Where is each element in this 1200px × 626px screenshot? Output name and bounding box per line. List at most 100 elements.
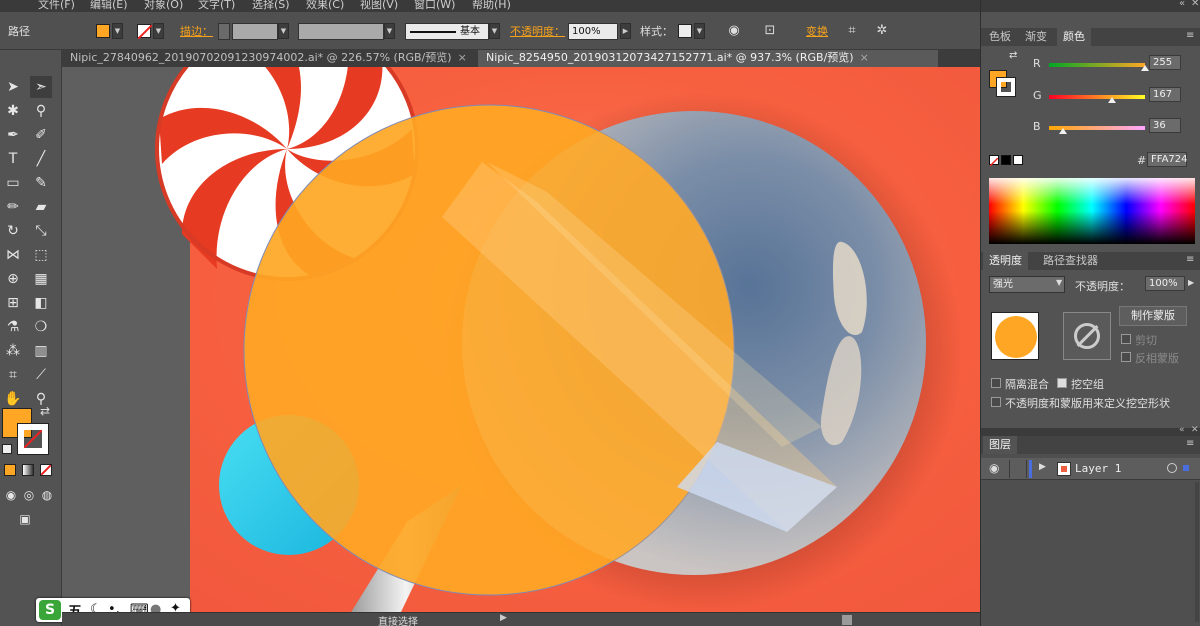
rectangle-tool-icon[interactable]: ▭ — [2, 172, 24, 194]
default-colors-icon[interactable] — [2, 444, 12, 454]
channel-g-slider[interactable] — [1049, 95, 1145, 99]
object-thumbnail[interactable] — [991, 312, 1039, 360]
eraser-tool-icon[interactable]: ▰ — [30, 196, 52, 218]
tab-document-1[interactable]: Nipic_27840962_20190702091230974002.ai* … — [62, 50, 474, 67]
color-mode-icon[interactable] — [4, 464, 16, 476]
tab-document-2[interactable]: Nipic_8254950_20190312073427152771.ai* @… — [478, 50, 938, 67]
opacity-arrow-icon[interactable]: ▶ — [1188, 278, 1194, 287]
channel-r-input[interactable]: 255 — [1149, 55, 1181, 70]
panel-menu-icon[interactable]: ≡ — [1186, 438, 1194, 449]
opacity-label[interactable]: 不透明度： — [510, 23, 565, 39]
pen-tool-icon[interactable]: ✒ — [2, 124, 24, 146]
menu-effect[interactable]: 效果(C) — [306, 0, 344, 12]
chevron-down-icon[interactable]: ▼ — [1056, 278, 1062, 287]
menu-window[interactable]: 窗口(W) — [414, 0, 455, 12]
invert-mask-checkbox[interactable] — [1121, 352, 1131, 362]
tab-transparency[interactable]: 透明度 — [983, 252, 1028, 270]
stroke-label[interactable]: 描边： — [180, 23, 213, 39]
white-swatch[interactable] — [1013, 155, 1023, 165]
make-mask-button[interactable]: 制作蒙版 — [1119, 306, 1187, 326]
menu-type[interactable]: 文字(T) — [198, 0, 235, 12]
channel-r-thumb[interactable] — [1141, 65, 1149, 71]
paintbrush-tool-icon[interactable]: ✎ — [30, 172, 52, 194]
color-spectrum[interactable] — [989, 178, 1195, 244]
menu-help[interactable]: 帮助(H) — [472, 0, 511, 12]
brush-dropdown[interactable]: ▼ — [489, 23, 500, 39]
blend-tool-icon[interactable]: ❍ — [30, 316, 52, 338]
selection-tool-icon[interactable]: ➤ — [2, 76, 24, 98]
magic-wand-tool-icon[interactable]: ✱ — [2, 100, 24, 122]
eye-icon[interactable]: ◉ — [989, 461, 999, 475]
rotate-tool-icon[interactable]: ↻ — [2, 220, 24, 242]
channel-g-input[interactable]: 167 — [1149, 87, 1181, 102]
fill-dropdown[interactable]: ▼ — [112, 23, 123, 39]
knockout-group-checkbox[interactable] — [1057, 378, 1067, 388]
free-transform-tool-icon[interactable]: ⬚ — [30, 244, 52, 266]
lasso-tool-icon[interactable]: ⚲ — [30, 100, 52, 122]
stroke-none-swatch[interactable] — [137, 24, 153, 40]
artboard-tool-icon[interactable]: ⌗ — [2, 364, 24, 386]
scrollbar[interactable] — [1195, 482, 1199, 622]
hand-tool-icon[interactable]: ✋ — [2, 388, 24, 410]
menu-edit[interactable]: 编辑(E) — [90, 0, 128, 12]
expand-arrow-icon[interactable]: ▶ — [1039, 462, 1046, 472]
stroke-color-swatch[interactable] — [17, 423, 49, 455]
menu-select[interactable]: 选择(S) — [252, 0, 290, 12]
slice-tool-icon[interactable]: ⟋ — [30, 364, 52, 386]
menu-file[interactable]: 文件(F) — [38, 0, 75, 12]
stroke-weight-dropdown[interactable]: ▼ — [278, 23, 289, 39]
canvas-area[interactable] — [62, 67, 980, 614]
panel-menu-icon[interactable]: ≡ — [1186, 30, 1194, 41]
opacity-input[interactable]: 100% — [568, 23, 618, 40]
tab-pathfinder[interactable]: 路径查找器 — [1037, 252, 1104, 270]
gradient-mode-icon[interactable] — [22, 464, 34, 476]
graphic-style-dropdown[interactable]: ▼ — [694, 23, 705, 39]
line-tool-icon[interactable]: ╱ — [30, 148, 52, 170]
menu-view[interactable]: 视图(V) — [360, 0, 398, 12]
width-tool-icon[interactable]: ⋈ — [2, 244, 24, 266]
none-color-icon[interactable] — [989, 155, 999, 167]
black-swatch[interactable] — [1001, 155, 1011, 165]
brush-definition[interactable]: 基本 — [405, 23, 489, 40]
tab-color[interactable]: 颜色 — [1057, 28, 1091, 46]
screen-mode-icon[interactable]: ▣ — [14, 508, 36, 530]
clip-checkbox[interactable] — [1121, 334, 1131, 344]
blend-mode-select[interactable]: 强光 — [989, 276, 1065, 293]
align-to-selection-icon[interactable]: ⊡ — [760, 21, 780, 41]
perspective-grid-tool-icon[interactable]: ▦ — [30, 268, 52, 290]
mask-thumbnail[interactable] — [1063, 312, 1111, 360]
symbol-sprayer-tool-icon[interactable]: ⁂ — [2, 340, 24, 362]
tab-gradient[interactable]: 渐变 — [1019, 28, 1053, 46]
scale-tool-icon[interactable]: ⤡ — [30, 220, 52, 242]
menu-object[interactable]: 对象(O) — [144, 0, 183, 12]
lock-toggle[interactable] — [1009, 460, 1027, 478]
fill-swatch[interactable] — [96, 24, 110, 38]
channel-g-thumb[interactable] — [1107, 97, 1116, 103]
select-similar-icon[interactable]: ✲ — [872, 21, 892, 41]
channel-b-input[interactable]: 36 — [1149, 118, 1181, 133]
mesh-tool-icon[interactable]: ⊞ — [2, 292, 24, 314]
opacity-mask-checkbox[interactable] — [991, 397, 1001, 407]
layer-row[interactable]: ◉ ▶ Layer 1 — [981, 458, 1200, 480]
scrollbar-thumb[interactable] — [842, 615, 852, 625]
isolate-icon[interactable]: ⌗ — [842, 21, 862, 41]
direct-selection-tool-icon[interactable]: ➣ — [30, 76, 52, 98]
close-icon[interactable]: × — [860, 51, 869, 64]
curvature-tool-icon[interactable]: ✐ — [30, 124, 52, 146]
none-mode-icon[interactable] — [40, 464, 52, 476]
collapse-icon[interactable]: « — [1179, 0, 1185, 9]
isolate-blending-checkbox[interactable] — [991, 378, 1001, 388]
collapse-icon[interactable]: « — [1179, 425, 1185, 435]
transparency-opacity-input[interactable]: 100% — [1145, 276, 1185, 291]
eyedropper-tool-icon[interactable]: ⚗ — [2, 316, 24, 338]
channel-r-slider[interactable] — [1049, 63, 1145, 67]
transform-label[interactable]: 变换 — [806, 23, 828, 39]
tab-swatches[interactable]: 色板 — [983, 28, 1017, 46]
profile-dropdown[interactable]: ▼ — [384, 23, 395, 39]
swap-colors-icon[interactable]: ⇄ — [1009, 50, 1017, 61]
channel-b-thumb[interactable] — [1058, 128, 1067, 134]
stroke-color-swatch[interactable] — [996, 77, 1016, 97]
swap-colors-icon[interactable]: ⇄ — [40, 404, 50, 418]
recolor-artwork-icon[interactable]: ◉ — [724, 21, 744, 41]
status-arrow-icon[interactable]: ▶ — [500, 613, 507, 623]
